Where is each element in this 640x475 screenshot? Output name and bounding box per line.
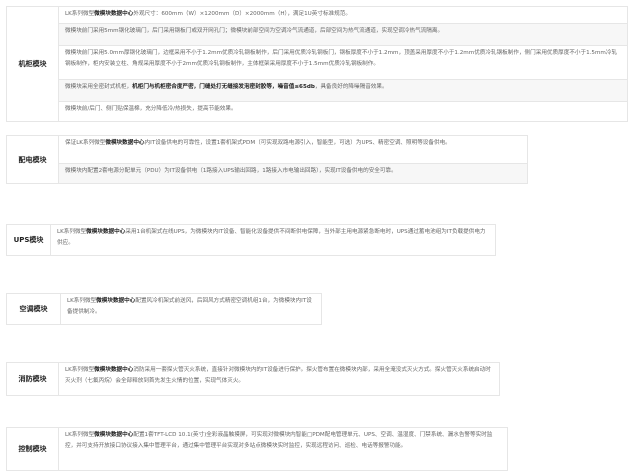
section-title: 消防模块 bbox=[6, 362, 58, 396]
section-fire: 消防模块 LK系列微型微模块数据中心消防采用一套探火管灭火系统，直接针对微模块内… bbox=[6, 362, 500, 396]
power-row-pdm: 保证LK系列微型微模块数据中心内IT设备供电的可靠性，设置1套机架式PDM（可实… bbox=[58, 135, 528, 164]
section-title: UPS模块 bbox=[6, 224, 50, 256]
fire-row: LK系列微型微模块数据中心消防采用一套探火管灭火系统，直接针对微模块内的IT设备… bbox=[58, 362, 500, 396]
section-cabinet: 机柜模块 LK系列微型微模块数据中心外观尺寸：600mm（W）×1200mm（D… bbox=[6, 6, 628, 122]
ups-row: LK系列微型微模块数据中心采用1台机架式在线UPS，为微模块内IT设备、智能化设… bbox=[50, 224, 496, 256]
cabinet-row-sealing: 微模块采用全密封式机柜，机柜门与机柜密合度严密，门缝处打无缝接发泡密封胶等，噪音… bbox=[58, 80, 628, 102]
section-title: 配电模块 bbox=[6, 135, 58, 184]
cabinet-row-materials: 微模块前门采用5.0mm厚钢化玻璃门，边框采用不小于1.2mm优质冷轧钢板制作，… bbox=[58, 46, 628, 80]
section-control: 控制模块 LK系列微型微模块数据中心配置1套TFT-LCD 10.1(英寸)全彩… bbox=[6, 427, 508, 471]
cabinet-row-doors: 微模块前门采用5mm钢化玻璃门，后门采用钢板门或双开网孔门；微模块前部空间为空调… bbox=[58, 24, 628, 46]
section-title: 机柜模块 bbox=[6, 6, 58, 122]
cabinet-row-size: LK系列微型微模块数据中心外观尺寸：600mm（W）×1200mm（D）×200… bbox=[58, 6, 628, 24]
aircon-row: LK系列微型微模块数据中心配置风冷机架式前送风，后回风方式精密空调机组1台，为微… bbox=[60, 293, 322, 325]
section-title: 控制模块 bbox=[6, 427, 58, 471]
section-title: 空调模块 bbox=[6, 293, 60, 325]
power-row-pdu: 微模块内配置2套电源分配单元（PDU）为IT设备供电（1路接入UPS输出回路，1… bbox=[58, 164, 528, 184]
section-power: 配电模块 保证LK系列微型微模块数据中心内IT设备供电的可靠性，设置1套机架式P… bbox=[6, 135, 528, 184]
cabinet-row-insulation: 微模块前/后门、侧门贴保温棉，充分降低冷/热损失，提高节能效果。 bbox=[58, 102, 628, 122]
section-ups: UPS模块 LK系列微型微模块数据中心采用1台机架式在线UPS，为微模块内IT设… bbox=[6, 224, 496, 256]
control-row: LK系列微型微模块数据中心配置1套TFT-LCD 10.1(英寸)全彩液晶触摸屏… bbox=[58, 427, 508, 471]
section-aircon: 空调模块 LK系列微型微模块数据中心配置风冷机架式前送风，后回风方式精密空调机组… bbox=[6, 293, 322, 325]
